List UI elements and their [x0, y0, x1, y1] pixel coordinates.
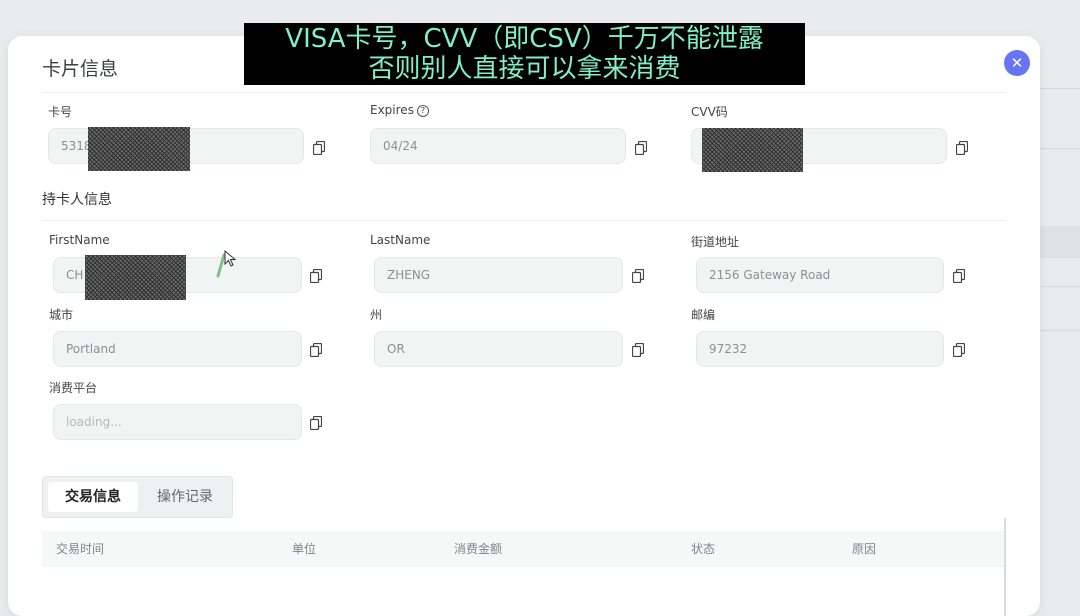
cvv-label: CVV码 [691, 105, 728, 119]
copy-icon[interactable] [956, 141, 968, 155]
expires-label: Expires? [370, 103, 429, 117]
column-header: 原因 [852, 542, 877, 556]
platform-label: 消费平台 [49, 381, 98, 395]
copy-icon[interactable] [635, 141, 647, 155]
modal-title: 卡片信息 [42, 58, 119, 80]
redaction-mask [88, 127, 190, 171]
street-field[interactable]: 2156 Gateway Road [696, 257, 944, 293]
zip-label: 邮编 [691, 308, 716, 322]
card-info-modal: 卡片信息 ✕ 卡号 5318 Expires? 04/24 CVV码 持卡人信息… [8, 36, 1040, 616]
background-row-highlight [1040, 226, 1080, 258]
state-field[interactable]: OR [374, 331, 623, 367]
column-header: 交易时间 [56, 542, 105, 556]
header-divider [42, 92, 1006, 93]
table-scrollbar[interactable] [1004, 518, 1006, 616]
column-header: 消费金额 [454, 542, 503, 556]
last-name-label: LastName [370, 233, 431, 247]
copy-icon[interactable] [632, 269, 644, 283]
expires-label-text: Expires [370, 103, 414, 117]
copy-icon[interactable] [632, 343, 644, 357]
tab-operation-log[interactable]: 操作记录 [143, 482, 227, 512]
holder-section-heading: 持卡人信息 [42, 192, 112, 208]
street-label: 街道地址 [691, 235, 740, 249]
tab-bar: 交易信息 操作记录 [42, 476, 233, 518]
copy-icon[interactable] [953, 269, 965, 283]
copy-icon[interactable] [310, 416, 322, 430]
close-button[interactable]: ✕ [1004, 50, 1030, 76]
background-divider [1040, 330, 1080, 331]
zip-field[interactable]: 97232 [696, 331, 944, 367]
copy-icon[interactable] [310, 343, 322, 357]
background-divider [1040, 148, 1080, 149]
close-icon[interactable]: ✕ [1011, 54, 1024, 72]
city-label: 城市 [49, 308, 74, 322]
redaction-mask [702, 128, 803, 172]
platform-field[interactable]: loading... [53, 404, 302, 440]
copy-icon[interactable] [310, 269, 322, 283]
card-number-label: 卡号 [48, 105, 73, 119]
background-divider [1040, 88, 1080, 89]
expires-field[interactable]: 04/24 [370, 128, 626, 164]
redaction-mask [85, 255, 186, 300]
caption-line-2: 否则别人直接可以拿来消费 [368, 54, 681, 84]
copy-icon[interactable] [953, 343, 965, 357]
tab-transactions[interactable]: 交易信息 [48, 482, 138, 512]
transactions-table-header: 交易时间 单位 消费金额 状态 原因 [42, 531, 1006, 567]
video-caption: VISA卡号，CVV（即CSV）千万不能泄露 否则别人直接可以拿来消费 [244, 23, 805, 85]
column-header: 状态 [691, 542, 716, 556]
mouse-pointer-icon [224, 250, 237, 267]
background-divider [1040, 286, 1080, 287]
last-name-field[interactable]: ZHENG [374, 257, 623, 293]
caption-line-1: VISA卡号，CVV（即CSV）千万不能泄露 [285, 24, 764, 54]
city-field[interactable]: Portland [53, 331, 302, 367]
state-label: 州 [370, 308, 383, 322]
holder-divider [42, 220, 1006, 221]
column-header: 单位 [292, 542, 317, 556]
copy-icon[interactable] [313, 141, 325, 155]
question-circle-icon[interactable]: ? [416, 105, 429, 117]
first-name-label: FirstName [49, 233, 110, 247]
